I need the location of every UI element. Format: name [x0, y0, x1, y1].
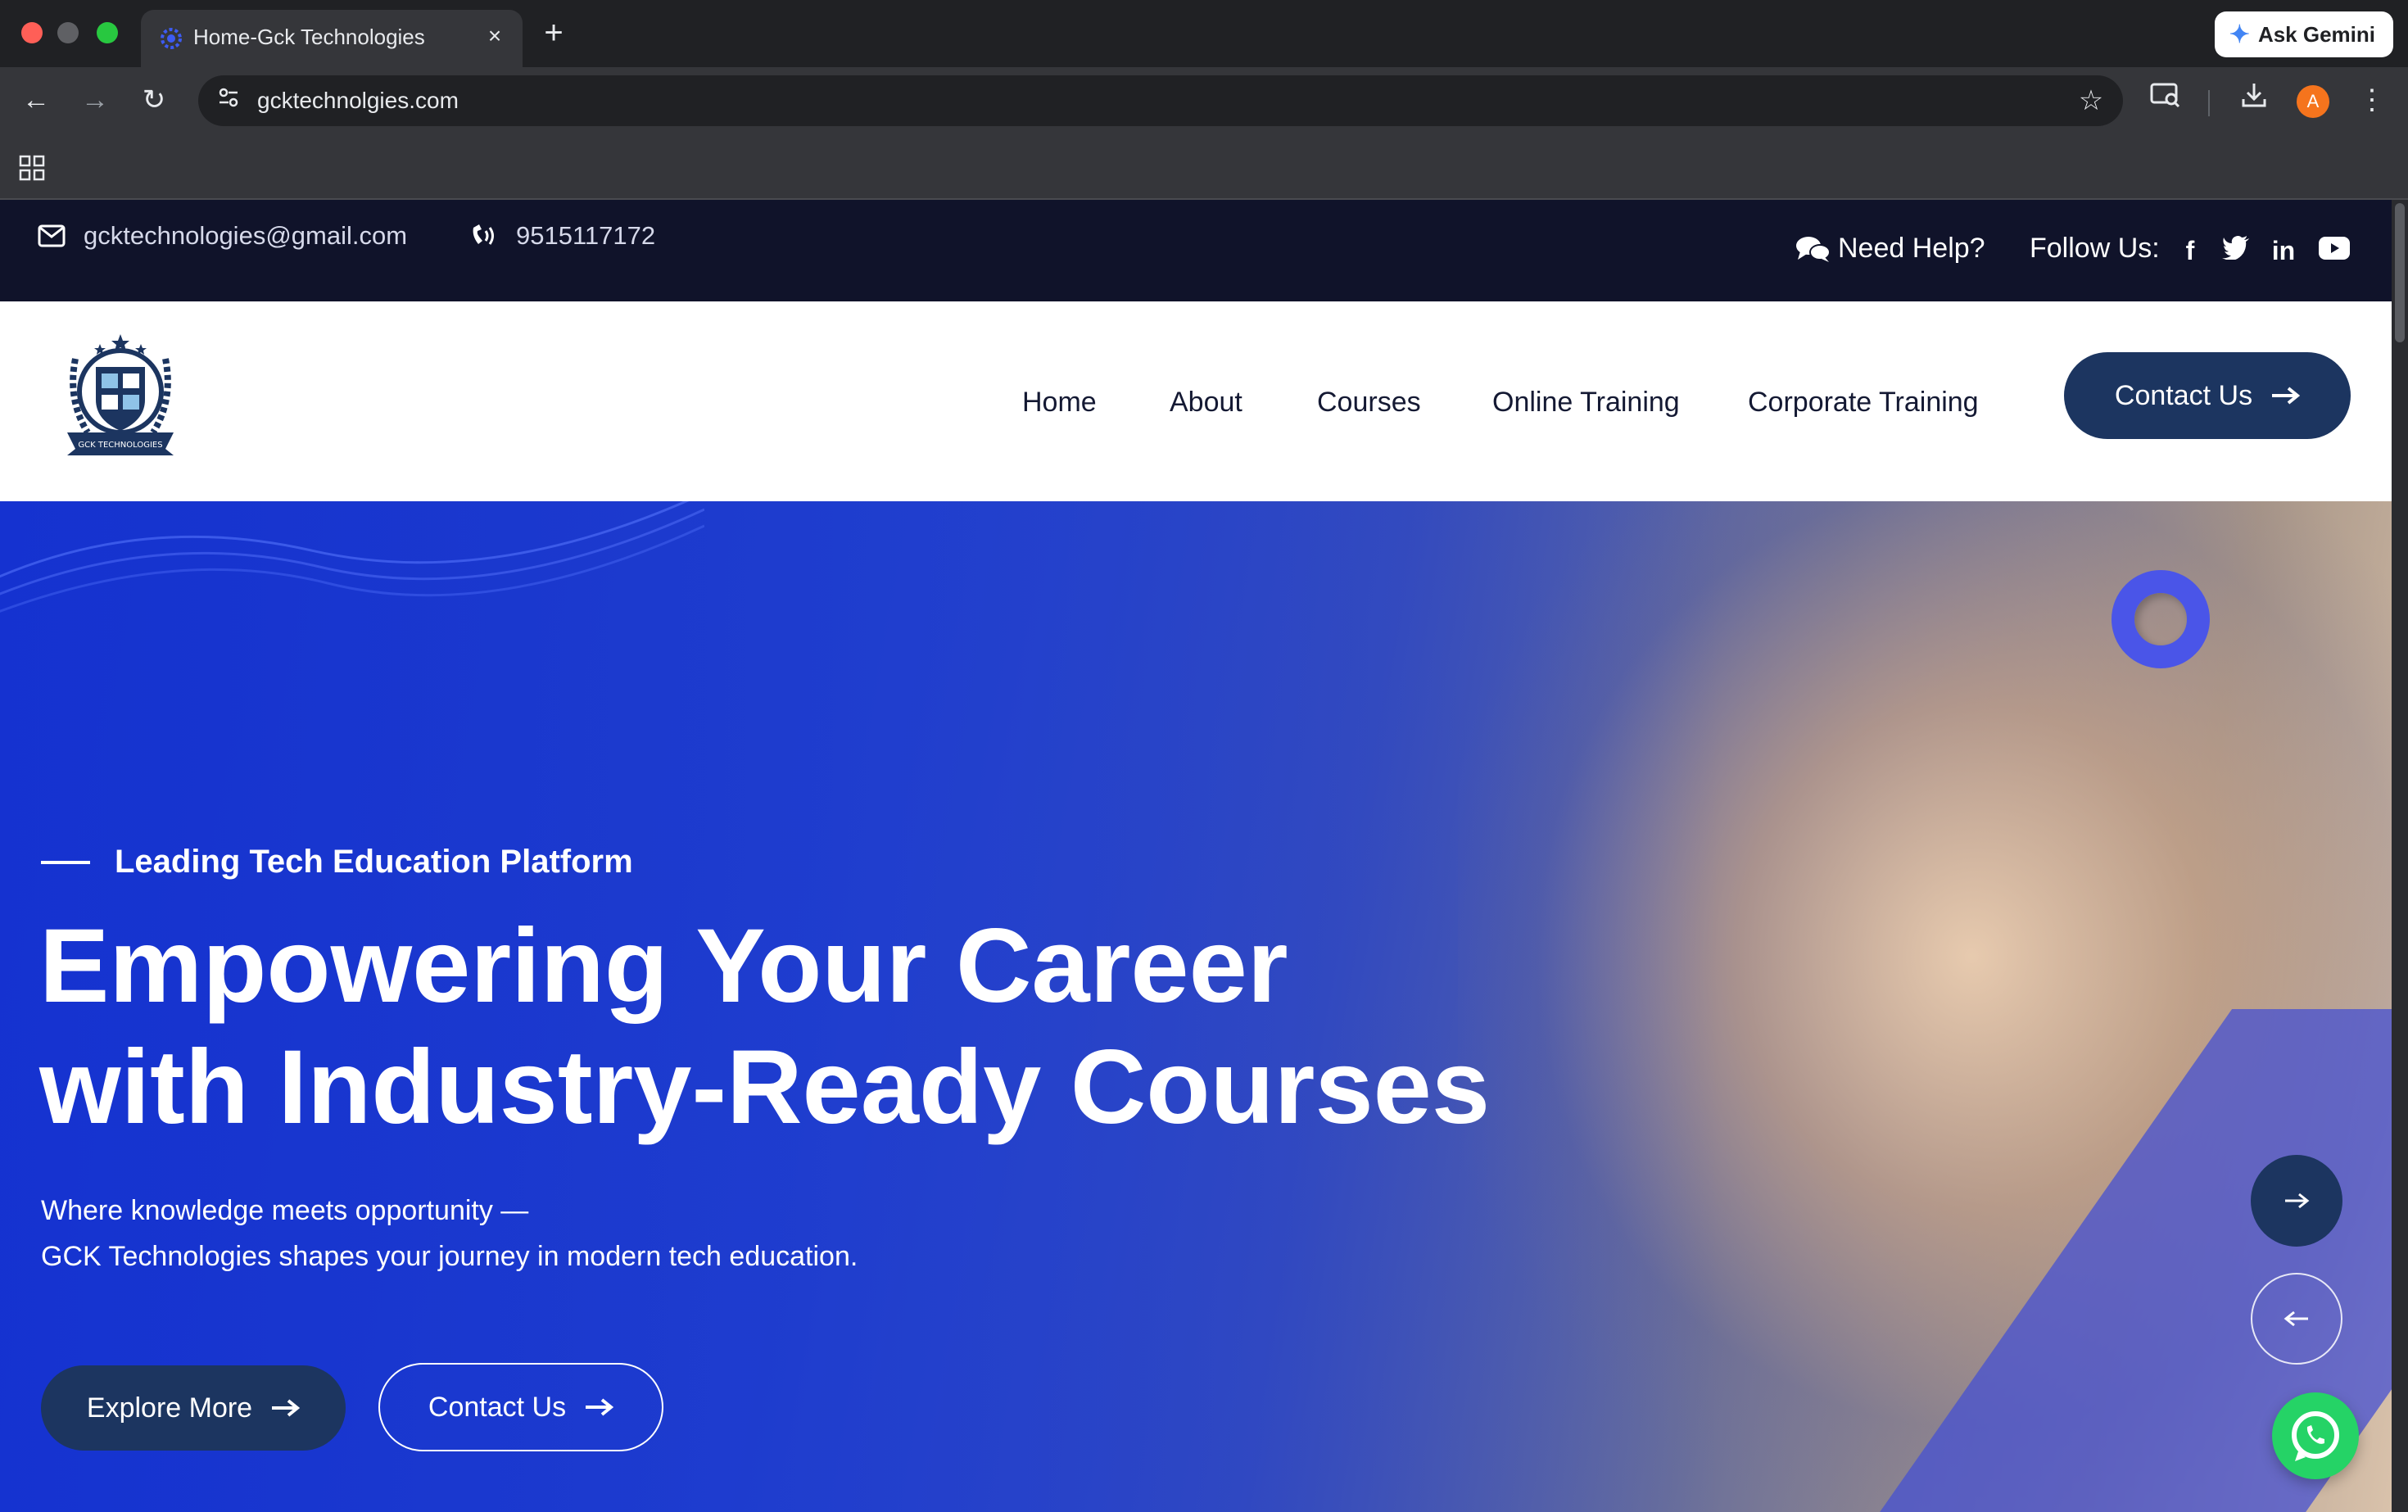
- hero-subtitle-line-1: Where knowledge meets opportunity —: [41, 1195, 529, 1226]
- tagline-dash: [41, 860, 90, 864]
- screen-search-icon[interactable]: [2144, 79, 2187, 121]
- gck-logo[interactable]: GCK TECHNOLOGIES: [51, 326, 190, 465]
- nav-home[interactable]: Home: [1022, 387, 1097, 419]
- chat-bubbles-icon: [1796, 236, 1831, 262]
- tab-close-icon[interactable]: ×: [478, 20, 511, 52]
- explore-more-button[interactable]: Explore More: [41, 1365, 346, 1451]
- window-minimize-button[interactable]: [57, 22, 79, 43]
- site-favicon-icon: [161, 28, 182, 49]
- follow-us-label: Follow Us:: [2030, 233, 2160, 264]
- email-contact[interactable]: gcktechnologies@gmail.com: [38, 221, 407, 251]
- arrow-right-icon: [2272, 387, 2301, 405]
- hero-subtitle-line-2: GCK Technologies shapes your journey in …: [41, 1241, 858, 1272]
- ask-gemini-button[interactable]: ✦ Ask Gemini: [2214, 11, 2393, 57]
- twitter-icon[interactable]: [2220, 234, 2252, 267]
- bookmark-star-icon[interactable]: ☆: [2072, 82, 2110, 120]
- hero-tagline-row: Leading Tech Education Platform: [41, 844, 633, 880]
- slider-prev-button[interactable]: [2251, 1273, 2342, 1365]
- window-maximize-button[interactable]: [97, 22, 118, 43]
- forward-arrow-icon[interactable]: →: [74, 79, 116, 121]
- page-scrollbar[interactable]: [2392, 200, 2408, 1512]
- url-text[interactable]: gcktechnolgies.com: [257, 88, 459, 114]
- browser-tab-strip: Home-Gck Technologies × + ✦ Ask Gemini: [0, 0, 2408, 67]
- scrollbar-thumb[interactable]: [2395, 203, 2405, 342]
- nav-courses[interactable]: Courses: [1317, 387, 1421, 419]
- new-tab-button[interactable]: +: [536, 15, 572, 51]
- ask-gemini-label: Ask Gemini: [2257, 21, 2375, 47]
- download-icon[interactable]: [2233, 79, 2275, 121]
- linkedin-icon[interactable]: in: [2267, 234, 2300, 267]
- slider-next-button[interactable]: [2251, 1155, 2342, 1247]
- gemini-sparkle-icon: ✦: [2229, 20, 2250, 48]
- nav-contact-us-label: Contact Us: [2114, 379, 2253, 411]
- hero-contact-us-label: Contact Us: [428, 1391, 567, 1423]
- tab-title: Home-Gck Technologies: [193, 25, 425, 49]
- hero-subtitle: Where knowledge meets opportunity — GCK …: [41, 1188, 858, 1279]
- decorative-wave: [0, 501, 704, 613]
- explore-more-label: Explore More: [86, 1392, 253, 1424]
- nav-online-training[interactable]: Online Training: [1492, 387, 1680, 419]
- phone-contact[interactable]: 9515117172: [468, 221, 655, 251]
- decorative-ring: [2112, 570, 2210, 668]
- arrow-right-icon: [2285, 1193, 2310, 1209]
- hero-headline-line-1: Empowering Your Career: [39, 908, 1288, 1025]
- nav-contact-us-button[interactable]: Contact Us: [2064, 352, 2351, 439]
- bookmarks-bar: [0, 133, 2408, 200]
- address-bar[interactable]: gcktechnolgies.com ☆: [198, 75, 2123, 126]
- youtube-icon[interactable]: [2318, 234, 2351, 267]
- browser-toolbar: ← → ↻ gcktechnolgies.com ☆ A ⋮: [0, 67, 2408, 133]
- hero-contact-us-button[interactable]: Contact Us: [378, 1363, 663, 1451]
- svg-text:GCK TECHNOLOGIES: GCK TECHNOLOGIES: [78, 441, 162, 450]
- envelope-icon: [38, 224, 66, 247]
- web-page: gcktechnologies@gmail.com 9515117172 Nee…: [0, 200, 2392, 1512]
- need-help-link[interactable]: Need Help?: [1795, 233, 1985, 265]
- hero-headline-line-2: with Industry-Ready Courses: [39, 1029, 1490, 1146]
- back-arrow-icon[interactable]: ←: [15, 79, 57, 121]
- profile-avatar[interactable]: A: [2297, 85, 2329, 118]
- phone-text[interactable]: 9515117172: [516, 221, 655, 251]
- arrow-left-icon: [2284, 1311, 2308, 1327]
- apps-grid-icon[interactable]: [18, 154, 46, 182]
- reload-icon[interactable]: ↻: [133, 79, 175, 121]
- window-close-button[interactable]: [21, 22, 43, 43]
- email-text[interactable]: gcktechnologies@gmail.com: [84, 221, 407, 251]
- phone-volume-icon: [473, 224, 494, 245]
- browser-tab-active[interactable]: Home-Gck Technologies ×: [141, 10, 523, 67]
- need-help-text[interactable]: Need Help?: [1838, 233, 1985, 265]
- arrow-right-icon: [272, 1399, 301, 1417]
- hero-headline: Empowering Your Career with Industry-Rea…: [39, 906, 1596, 1148]
- nav-corporate-training[interactable]: Corporate Training: [1748, 387, 1979, 419]
- arrow-right-icon: [586, 1398, 614, 1416]
- main-navigation: GCK TECHNOLOGIES Home About Courses Onli…: [0, 301, 2392, 501]
- contact-top-bar: gcktechnologies@gmail.com 9515117172 Nee…: [0, 200, 2392, 301]
- whatsapp-icon: [2292, 1411, 2339, 1461]
- nav-about[interactable]: About: [1170, 387, 1242, 419]
- site-settings-icon[interactable]: [211, 84, 246, 118]
- toolbar-separator: [2208, 90, 2210, 116]
- whatsapp-chat-button[interactable]: [2272, 1392, 2359, 1479]
- facebook-icon[interactable]: f: [2174, 234, 2207, 267]
- hero-tagline: Leading Tech Education Platform: [115, 844, 633, 880]
- kebab-menu-icon[interactable]: ⋮: [2351, 79, 2393, 121]
